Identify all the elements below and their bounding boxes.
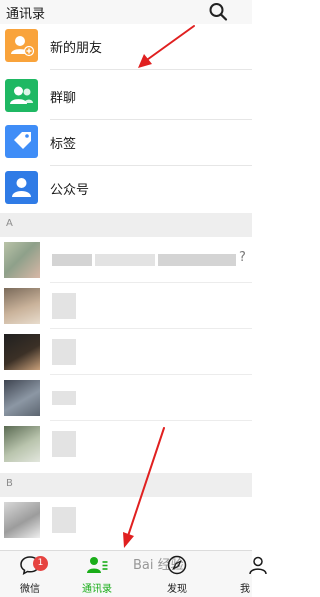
contacts-icon xyxy=(87,557,108,573)
page-title: 通讯录 xyxy=(6,7,46,22)
annotation-arrow-top xyxy=(138,25,195,68)
tab-contacts[interactable]: 通讯录 xyxy=(67,551,127,597)
contact-name-trailing: ? xyxy=(239,250,246,265)
group-chat-icon xyxy=(5,79,38,112)
contact-name xyxy=(52,507,76,533)
avatar xyxy=(4,334,40,370)
bottom-tab-bar: 微信 1 通讯录 发现 我 xyxy=(0,550,267,597)
section-letter: B xyxy=(6,478,13,489)
tags-label: 标签 xyxy=(50,137,77,152)
contact-name xyxy=(52,254,92,266)
contact-row[interactable] xyxy=(0,329,252,375)
group-chat-row[interactable]: 群聊 xyxy=(0,74,252,120)
official-accounts-label: 公众号 xyxy=(50,183,90,198)
tag-icon xyxy=(5,125,38,158)
contact-name xyxy=(52,293,76,319)
tab-label: 微信 xyxy=(20,584,40,595)
me-icon xyxy=(249,556,267,575)
tab-label: 发现 xyxy=(167,584,187,595)
contact-name xyxy=(52,431,76,457)
tab-label: 通讯录 xyxy=(82,584,112,595)
tab-label: 我 xyxy=(240,584,250,595)
contact-name xyxy=(95,254,155,266)
avatar xyxy=(4,380,40,416)
contact-name xyxy=(52,391,76,405)
contact-name xyxy=(52,339,76,365)
annotation-arrow-bottom xyxy=(123,427,165,548)
contact-row[interactable] xyxy=(0,375,252,421)
contact-row[interactable] xyxy=(0,283,252,329)
section-header-a: A xyxy=(0,213,252,237)
official-account-icon xyxy=(5,171,38,204)
new-friends-row[interactable]: 新的朋友 xyxy=(0,24,252,70)
avatar xyxy=(4,426,40,462)
section-letter: A xyxy=(6,218,13,229)
group-chat-label: 群聊 xyxy=(50,91,77,106)
add-friend-icon xyxy=(5,29,38,62)
unread-badge: 1 xyxy=(33,556,48,571)
tags-row[interactable]: 标签 xyxy=(0,120,252,166)
new-friends-label: 新的朋友 xyxy=(50,41,103,56)
avatar xyxy=(4,288,40,324)
top-bar: 通讯录 xyxy=(0,0,252,24)
tab-chats[interactable]: 微信 1 xyxy=(0,551,60,597)
avatar xyxy=(4,502,40,538)
watermark: Bai 经验 xyxy=(133,558,184,573)
search-icon xyxy=(209,3,228,21)
tab-me[interactable]: 我 xyxy=(228,551,288,597)
avatar xyxy=(4,242,40,278)
search-button[interactable] xyxy=(207,1,229,23)
contact-row[interactable]: ? xyxy=(0,237,252,283)
official-accounts-row[interactable]: 公众号 xyxy=(0,166,252,212)
contact-name xyxy=(158,254,236,266)
